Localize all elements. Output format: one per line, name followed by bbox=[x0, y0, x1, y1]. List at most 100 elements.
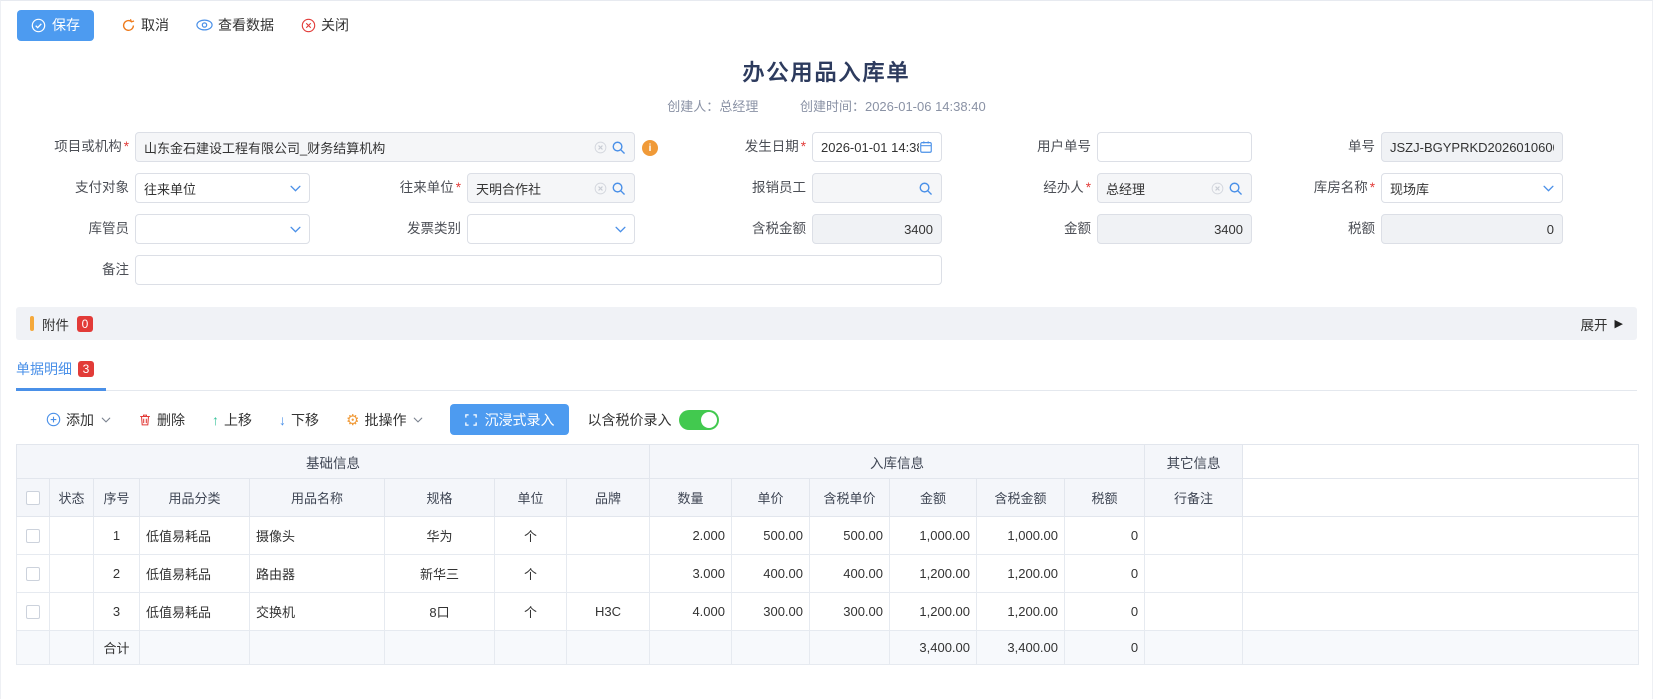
attachment-bar[interactable]: 附件 0 展开 ▶ bbox=[16, 307, 1637, 340]
cell-qty[interactable]: 3.000 bbox=[650, 555, 732, 593]
warehouse-select[interactable]: 现场库 bbox=[1381, 173, 1563, 203]
handler-field[interactable]: 总经理 bbox=[1097, 173, 1252, 203]
cell-category[interactable]: 低值易耗品 bbox=[140, 555, 250, 593]
cell-tax-amount[interactable]: 1,000.00 bbox=[977, 517, 1065, 555]
tab-detail-count-badge: 3 bbox=[78, 361, 94, 377]
cell-unit[interactable]: 个 bbox=[495, 517, 567, 555]
cell-spec[interactable]: 8口 bbox=[385, 593, 495, 631]
cell-note[interactable] bbox=[1145, 593, 1243, 631]
add-row-button[interactable]: 添加 bbox=[46, 410, 111, 430]
cell-name[interactable]: 路由器 bbox=[250, 555, 385, 593]
total-empty bbox=[1145, 631, 1243, 665]
total-empty bbox=[732, 631, 810, 665]
cell-tax[interactable]: 0 bbox=[1065, 555, 1145, 593]
warehouse-keeper-select[interactable] bbox=[135, 214, 310, 244]
col-seq: 序号 bbox=[94, 479, 140, 517]
cell-qty[interactable]: 2.000 bbox=[650, 517, 732, 555]
cell-brand[interactable] bbox=[567, 517, 650, 555]
cell-spec[interactable]: 新华三 bbox=[385, 555, 495, 593]
cell-tax-price[interactable]: 300.00 bbox=[810, 593, 890, 631]
search-icon[interactable] bbox=[611, 140, 626, 155]
cell-tax-amount[interactable]: 1,200.00 bbox=[977, 593, 1065, 631]
chevron-down-icon bbox=[290, 226, 301, 233]
info-icon[interactable]: i bbox=[642, 140, 658, 156]
clear-icon[interactable] bbox=[594, 141, 607, 154]
cell-tax-amount[interactable]: 1,200.00 bbox=[977, 555, 1065, 593]
save-button[interactable]: 保存 bbox=[17, 10, 94, 41]
search-icon[interactable] bbox=[918, 181, 933, 196]
tab-detail[interactable]: 单据明细 3 bbox=[16, 359, 94, 379]
header-form: 项目或机构* 山东金石建设工程有限公司_财务结算机构 i 发生日期* 2026-… bbox=[16, 132, 1652, 285]
clear-icon[interactable] bbox=[594, 182, 607, 195]
remark-field[interactable] bbox=[135, 255, 942, 285]
tax-label: 税额 bbox=[1258, 214, 1375, 244]
fullscreen-brackets-icon bbox=[465, 414, 477, 426]
tax-price-toggle[interactable] bbox=[679, 410, 719, 430]
check-circle-icon bbox=[31, 18, 46, 33]
attachment-label: 附件 bbox=[42, 314, 69, 334]
gear-icon: ⚙ bbox=[346, 411, 359, 429]
eye-icon bbox=[196, 19, 213, 31]
cell-amount[interactable]: 1,000.00 bbox=[890, 517, 977, 555]
cell-tax-price[interactable]: 400.00 bbox=[810, 555, 890, 593]
delete-row-button[interactable]: 删除 bbox=[138, 410, 185, 430]
attachment-expand-button[interactable]: 展开 ▶ bbox=[1581, 314, 1623, 334]
move-down-button[interactable]: ↓ 下移 bbox=[279, 410, 319, 430]
cell-name[interactable]: 交换机 bbox=[250, 593, 385, 631]
cell-note[interactable] bbox=[1145, 517, 1243, 555]
clear-icon[interactable] bbox=[1211, 182, 1224, 195]
cell-tax[interactable]: 0 bbox=[1065, 517, 1145, 555]
user-no-field[interactable] bbox=[1097, 132, 1252, 162]
table-group-header-row: 基础信息 入库信息 其它信息 bbox=[17, 445, 1639, 479]
cell-amount[interactable]: 1,200.00 bbox=[890, 593, 977, 631]
row-checkbox[interactable] bbox=[26, 567, 40, 581]
cell-note[interactable] bbox=[1145, 555, 1243, 593]
date-field[interactable]: 2026-01-01 14:38:01 bbox=[812, 132, 942, 162]
invoice-type-select[interactable] bbox=[467, 214, 635, 244]
batch-operation-button[interactable]: ⚙ 批操作 bbox=[346, 410, 423, 430]
cell-category[interactable]: 低值易耗品 bbox=[140, 593, 250, 631]
immersive-entry-label: 沉浸式录入 bbox=[484, 410, 554, 430]
close-button[interactable]: 关闭 bbox=[301, 15, 349, 35]
cell-amount[interactable]: 1,200.00 bbox=[890, 555, 977, 593]
search-icon[interactable] bbox=[611, 181, 626, 196]
cell-price[interactable]: 300.00 bbox=[732, 593, 810, 631]
move-up-button[interactable]: ↑ 上移 bbox=[212, 410, 252, 430]
cell-price[interactable]: 400.00 bbox=[732, 555, 810, 593]
pay-target-select[interactable]: 往来单位 bbox=[135, 173, 310, 203]
total-empty bbox=[17, 631, 50, 665]
col-price: 单价 bbox=[732, 479, 810, 517]
add-row-label: 添加 bbox=[66, 410, 94, 430]
cell-brand[interactable] bbox=[567, 555, 650, 593]
cell-filler bbox=[1243, 517, 1639, 555]
immersive-entry-button[interactable]: 沉浸式录入 bbox=[450, 404, 569, 435]
cell-tax[interactable]: 0 bbox=[1065, 593, 1145, 631]
search-icon[interactable] bbox=[1228, 181, 1243, 196]
row-checkbox[interactable] bbox=[26, 529, 40, 543]
calendar-icon[interactable] bbox=[919, 140, 933, 154]
view-data-button[interactable]: 查看数据 bbox=[196, 15, 274, 35]
select-all-checkbox[interactable] bbox=[26, 491, 40, 505]
doc-no-value: JSZJ-BGYPRKD20260106001 bbox=[1390, 140, 1554, 155]
cell-price[interactable]: 500.00 bbox=[732, 517, 810, 555]
row-checkbox[interactable] bbox=[26, 605, 40, 619]
cell-unit[interactable]: 个 bbox=[495, 593, 567, 631]
cell-brand[interactable]: H3C bbox=[567, 593, 650, 631]
cell-spec[interactable]: 华为 bbox=[385, 517, 495, 555]
cell-category[interactable]: 低值易耗品 bbox=[140, 517, 250, 555]
reimburse-employee-field[interactable] bbox=[812, 173, 942, 203]
arrow-up-icon: ↑ bbox=[212, 412, 219, 428]
project-field[interactable]: 山东金石建设工程有限公司_财务结算机构 i bbox=[135, 132, 635, 162]
chevron-down-icon bbox=[290, 185, 301, 192]
warehouse-value: 现场库 bbox=[1390, 179, 1543, 198]
warehouse-keeper-label: 库管员 bbox=[16, 214, 129, 244]
cell-unit[interactable]: 个 bbox=[495, 555, 567, 593]
cell-qty[interactable]: 4.000 bbox=[650, 593, 732, 631]
col-filler bbox=[1243, 479, 1639, 517]
cell-tax-price[interactable]: 500.00 bbox=[810, 517, 890, 555]
group-inbound-info: 入库信息 bbox=[650, 445, 1145, 479]
cancel-button[interactable]: 取消 bbox=[121, 15, 169, 35]
tax-incl-amount-label: 含税金额 bbox=[641, 214, 806, 244]
cell-name[interactable]: 摄像头 bbox=[250, 517, 385, 555]
counterparty-field[interactable]: 天明合作社 bbox=[467, 173, 635, 203]
